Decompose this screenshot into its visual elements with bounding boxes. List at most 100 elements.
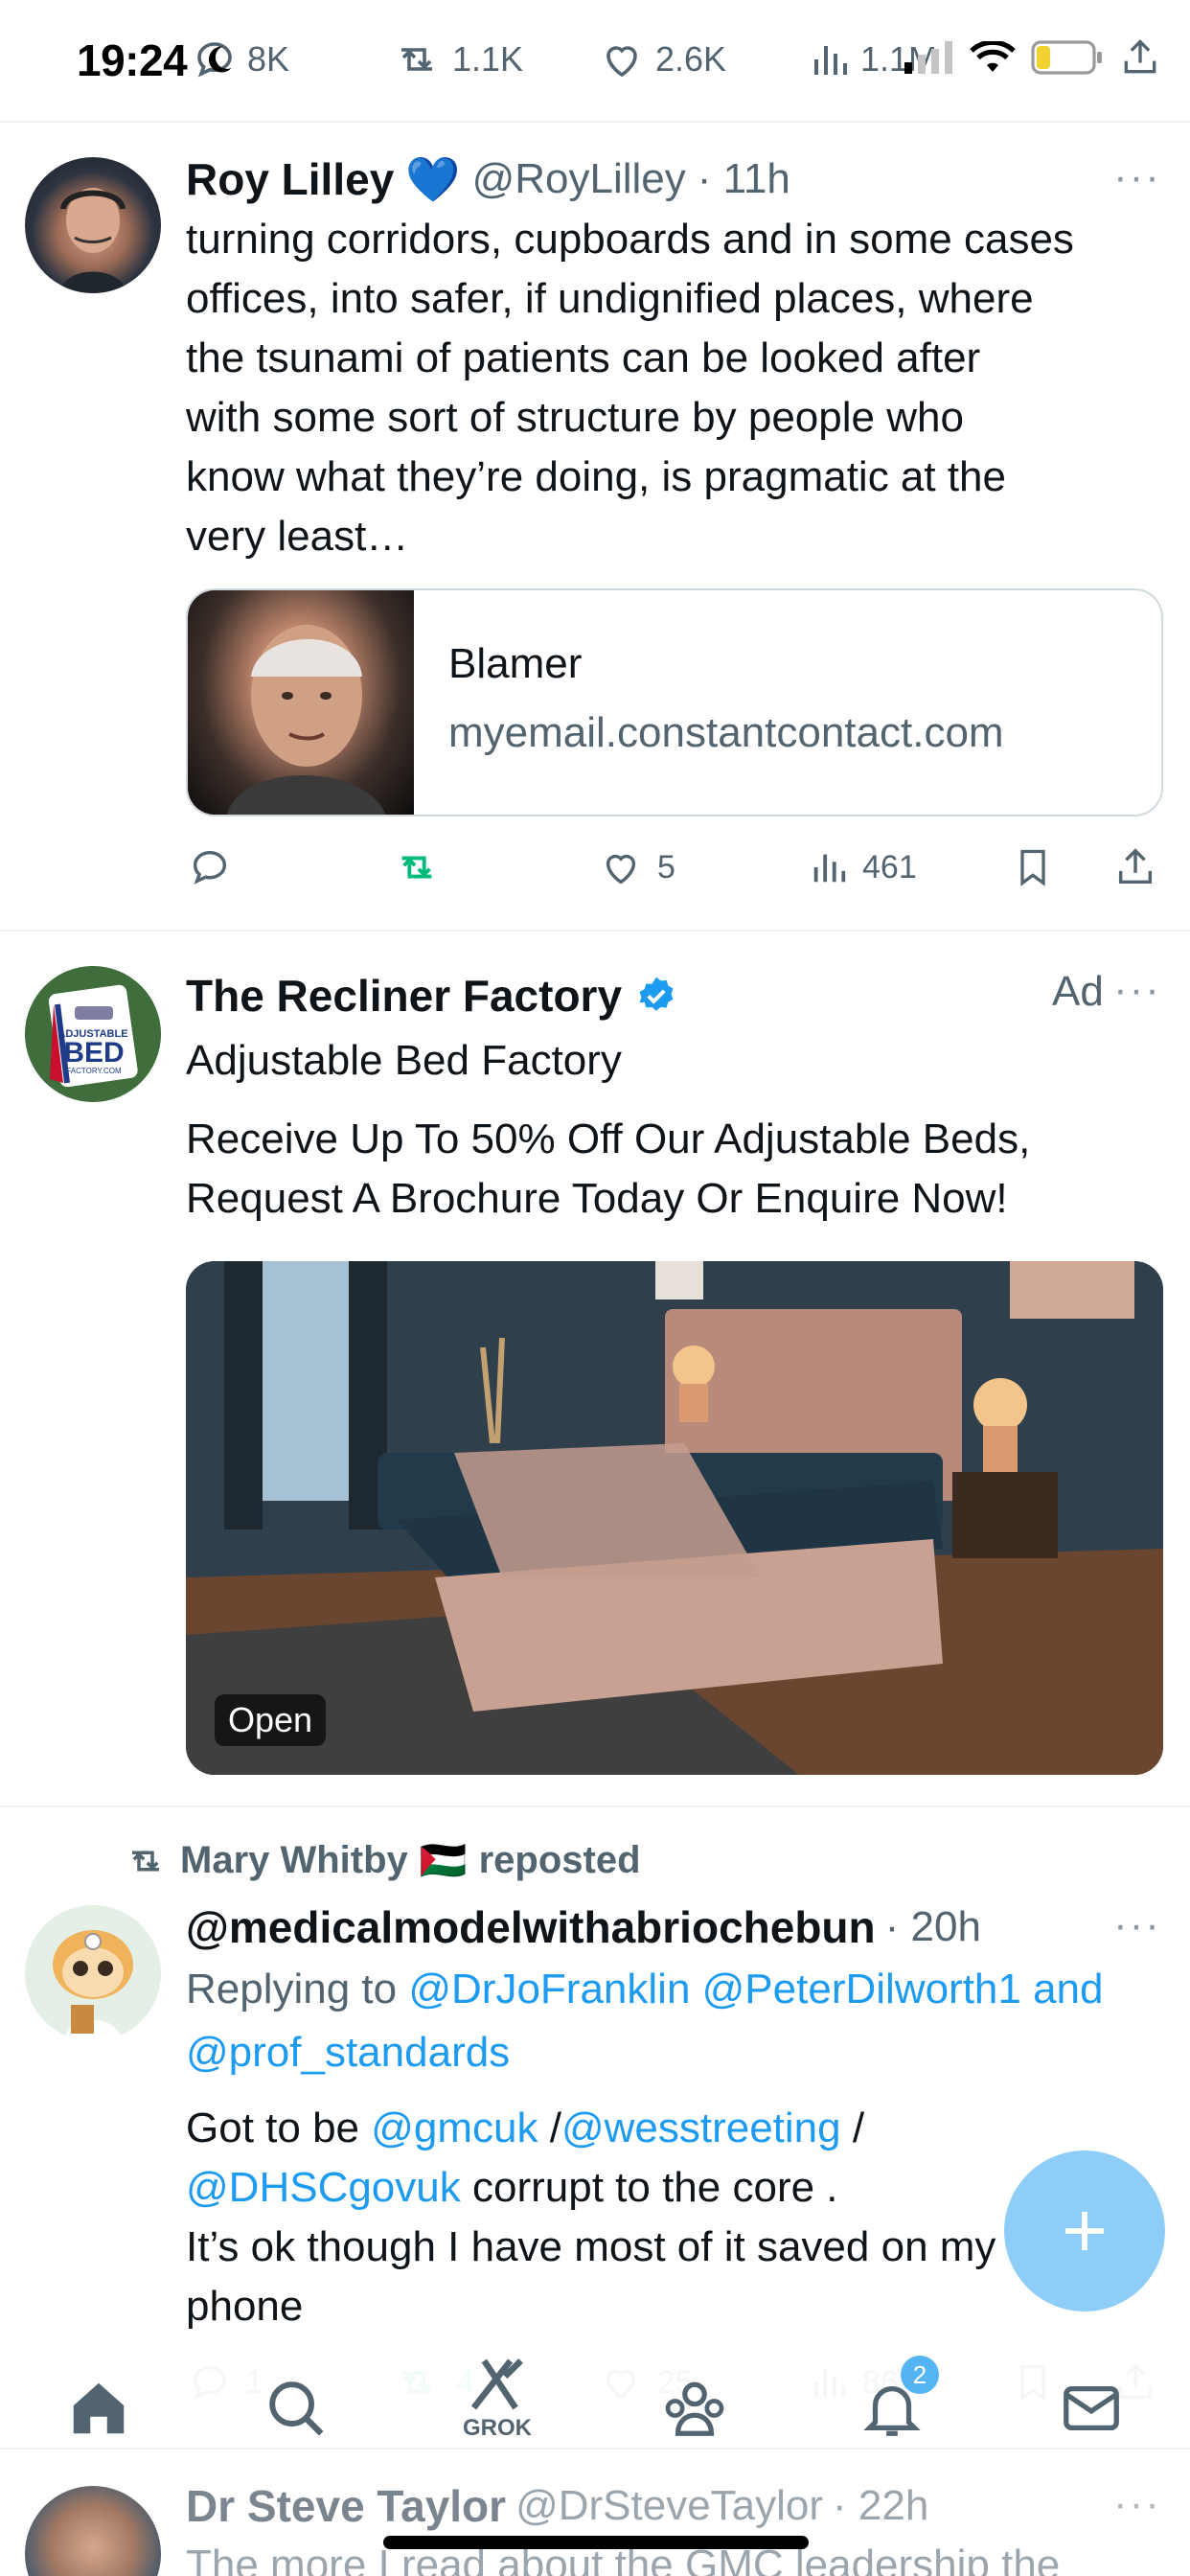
ad-text: Receive Up To 50% Off Our Adjustable Bed…	[186, 1110, 1173, 1229]
nav-search[interactable]	[253, 2365, 339, 2451]
open-button[interactable]: Open	[215, 1694, 327, 1746]
reply-button[interactable]	[188, 845, 232, 889]
portrait-image	[227, 625, 386, 815]
repost-button[interactable]	[391, 845, 443, 889]
replying-mentions[interactable]: @DrJoFranklin @PeterDilworth1 and	[408, 1966, 1103, 2012]
tweet-time: · 11h	[697, 155, 790, 202]
author-name[interactable]: Roy Lilley	[186, 153, 394, 205]
signal-icon	[904, 41, 952, 74]
author-name[interactable]: Dr Steve Taylor	[186, 2480, 506, 2532]
divider	[0, 1806, 1190, 1807]
ad-header: The Recliner Factory	[186, 962, 677, 1029]
verified-badge-icon	[639, 977, 674, 1011]
repost-count: 1.1K	[452, 39, 524, 79]
nav-grok[interactable]: GROK	[454, 2356, 540, 2442]
replying-to: Replying to @DrJoFranklin @PeterDilworth…	[186, 1960, 1182, 2082]
tweet-text-segment: /	[840, 2104, 865, 2151]
divider	[0, 2448, 1190, 2450]
top-action-bar: 8K 1.1K 2.6K 1.1M 19:24	[0, 0, 1190, 123]
blue-heart-emoji: 💙	[405, 153, 461, 204]
status-icons	[904, 36, 1161, 79]
mention-dhscgovuk[interactable]: @DHSCgovuk	[186, 2164, 461, 2211]
repost-icon	[401, 856, 432, 879]
logo-text-bottom: FACTORY.COM	[66, 1067, 122, 1075]
repost-context: Mary Whitby 🇵🇸 reposted	[123, 1838, 641, 1883]
tweet-text-segment: Got to be	[186, 2104, 372, 2151]
avatar-medicalmodel[interactable]	[25, 1905, 161, 2041]
author-handle[interactable]: @DrSteveTaylor	[515, 2482, 823, 2530]
advertiser-name[interactable]: The Recliner Factory	[186, 970, 622, 1022]
moon-icon	[201, 42, 236, 81]
link-card-title: Blamer	[448, 640, 583, 687]
more-options-icon[interactable]: ···	[1113, 153, 1161, 201]
logo-text-main: BED	[63, 1037, 124, 1069]
tweet-header: @medicalmodelwithabriochebun · 20h	[186, 1896, 981, 1959]
reply-icon	[193, 850, 227, 885]
divider	[0, 121, 1190, 123]
ad-label: Ad	[1052, 968, 1104, 1015]
share-icon	[1118, 848, 1153, 885]
like-action[interactable]: 2.6K	[598, 36, 726, 82]
views-icon	[813, 854, 846, 883]
avatar-roy-lilley[interactable]	[25, 157, 161, 293]
home-indicator	[383, 2536, 809, 2549]
share-icon[interactable]	[1119, 36, 1161, 79]
avatar-recliner-factory[interactable]: ADJUSTABLE BED FACTORY.COM	[25, 966, 161, 1102]
communities-icon	[665, 2381, 724, 2436]
link-card[interactable]: Blamer myemail.constantcontact.com	[186, 588, 1163, 816]
tweet-line: very least…	[186, 513, 409, 560]
reposted-by-name[interactable]: Mary Whitby	[180, 1839, 408, 1882]
link-card-domain: myemail.constantcontact.com	[448, 709, 1004, 756]
link-card-thumbnail	[188, 590, 414, 815]
bed-factory-logo: ADJUSTABLE BED FACTORY.COM	[25, 966, 161, 1102]
status-time: 19:24	[77, 35, 188, 85]
compose-button[interactable]	[1004, 2150, 1165, 2312]
plus-icon	[1065, 2212, 1104, 2250]
repost-icon	[401, 48, 432, 71]
tweet-line: the tsunami of patients can be looked af…	[186, 334, 981, 381]
cartoon-doctor-icon	[25, 1905, 161, 2041]
author-handle[interactable]: @medicalmodelwithabriochebun	[186, 1901, 876, 1953]
nav-messages[interactable]	[1048, 2365, 1134, 2451]
ad-text-line: Request A Brochure Today Or Enquire Now!	[186, 1175, 1008, 1222]
ad-image[interactable]: Open	[186, 1261, 1163, 1775]
share-button[interactable]	[1113, 845, 1157, 889]
tweet-line: turning corridors, cupboards and in some…	[186, 216, 1074, 263]
tweet-text-segment: corrupt to the core .	[460, 2164, 838, 2211]
like-button[interactable]: 5	[598, 845, 675, 889]
bookmark-button[interactable]	[1012, 845, 1054, 889]
home-icon	[73, 2382, 125, 2434]
author-handle[interactable]: @RoyLilley	[472, 155, 686, 203]
nav-notifications[interactable]: 2	[849, 2356, 939, 2451]
more-options-icon[interactable]: ···	[1113, 1901, 1161, 1949]
like-count: 2.6K	[655, 39, 727, 79]
mention-gmcuk[interactable]: @gmcuk	[371, 2104, 538, 2151]
replying-prefix: Replying to	[186, 1966, 409, 2012]
tweet-time: · 22h	[833, 2482, 929, 2529]
divider	[0, 930, 1190, 932]
heart-icon	[606, 46, 637, 78]
more-options-icon[interactable]: ···	[1113, 2480, 1161, 2528]
headset-person-icon	[59, 188, 126, 293]
like-count: 5	[657, 848, 675, 886]
mail-icon	[1064, 2385, 1119, 2431]
tweet-header: Roy Lilley 💙 @RoyLilley · 11h	[186, 146, 790, 213]
repost-action[interactable]: 1.1K	[391, 36, 523, 82]
nav-home[interactable]	[56, 2365, 142, 2451]
mention-wesstreeting[interactable]: @wesstreeting	[561, 2104, 841, 2151]
repost-icon	[132, 1851, 159, 1871]
notification-badge: 2	[901, 2356, 939, 2394]
reply-count: 8K	[247, 39, 290, 79]
tweet-time: · 20h	[884, 1903, 981, 1950]
nav-communities[interactable]	[652, 2365, 738, 2451]
tweet-text: turning corridors, cupboards and in some…	[186, 210, 1173, 566]
views-count: 461	[862, 848, 917, 886]
reposted-label: reposted	[478, 1839, 641, 1881]
replying-mentions[interactable]: @prof_standards	[186, 2023, 1182, 2082]
battery-icon	[1031, 40, 1102, 75]
tweet-text-segment: /	[538, 2104, 561, 2151]
views-button[interactable]: 461	[809, 845, 917, 889]
heart-icon	[606, 854, 636, 885]
more-options-icon[interactable]: ···	[1113, 966, 1161, 1014]
tweet-line: offices, into safer, if undignified plac…	[186, 275, 1034, 322]
